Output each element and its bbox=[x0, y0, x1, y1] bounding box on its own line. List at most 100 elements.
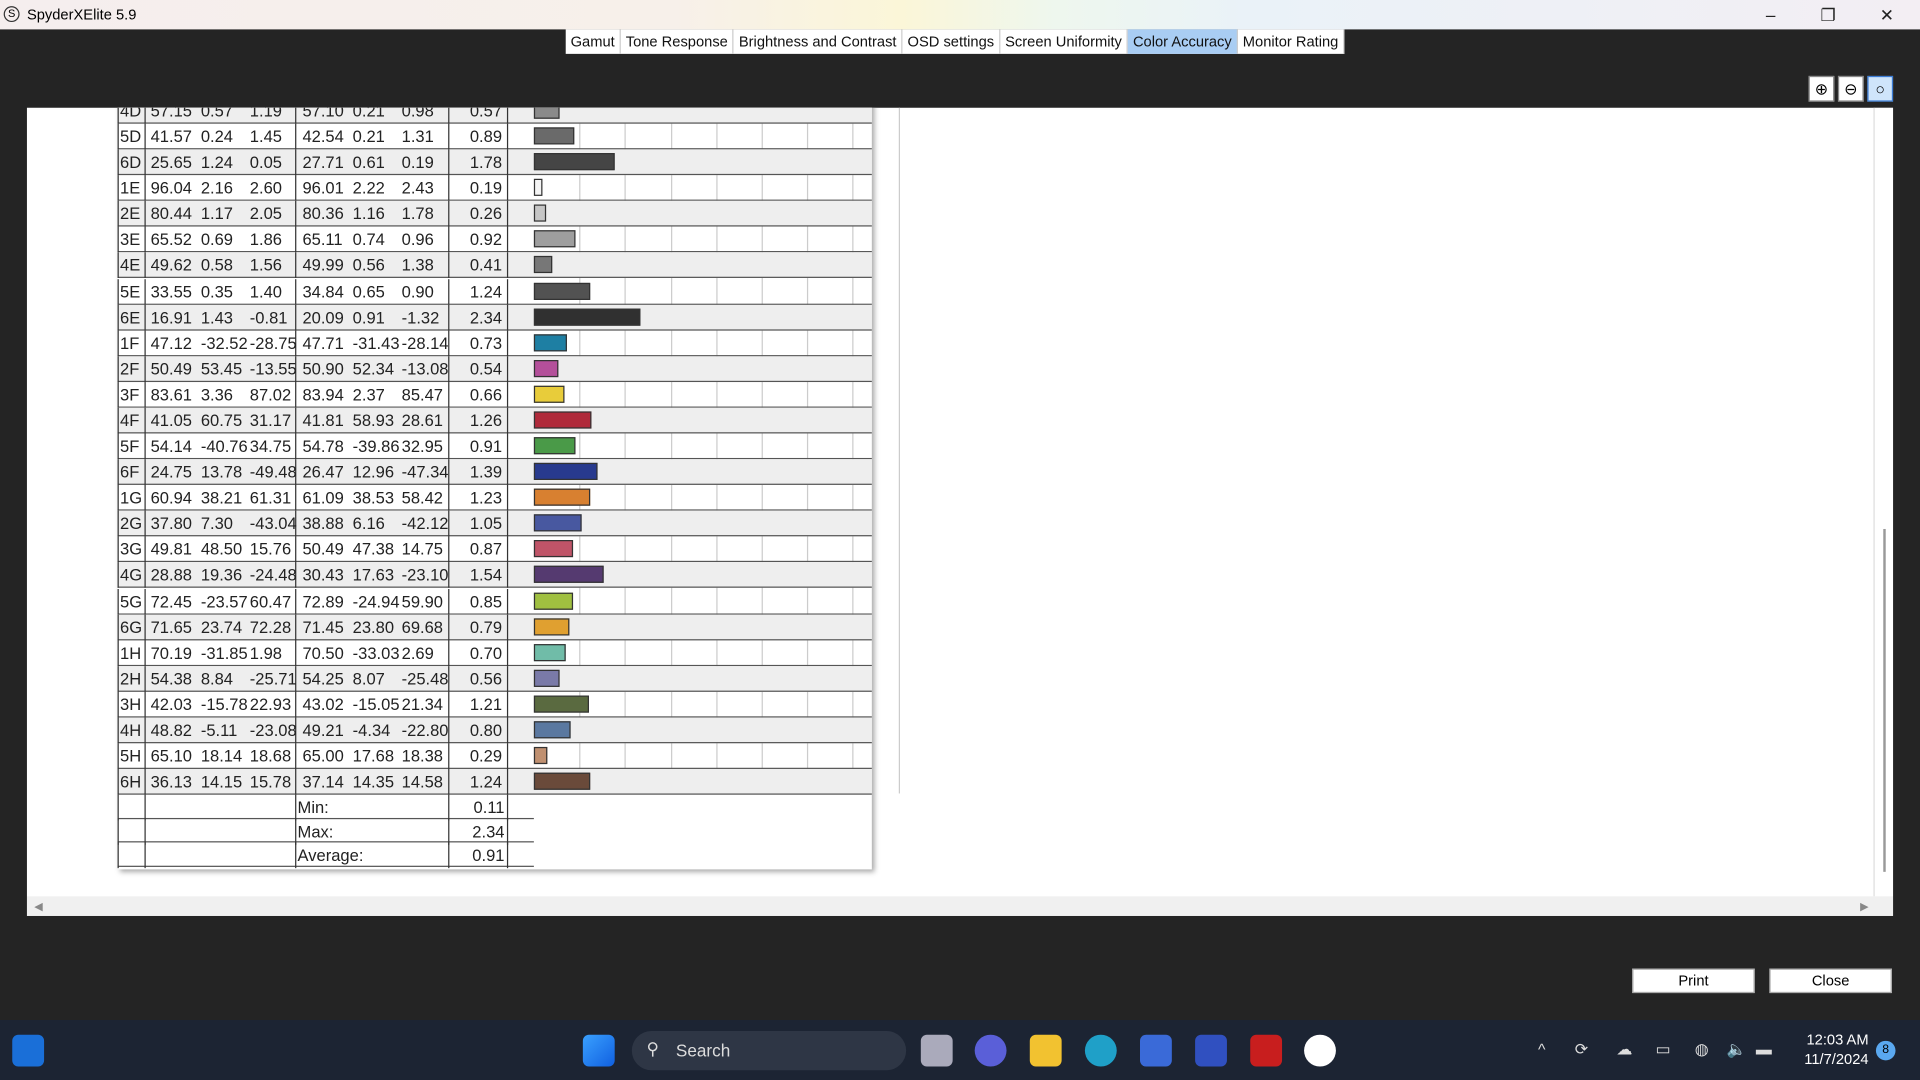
cell-border bbox=[295, 794, 297, 821]
cell-border bbox=[448, 149, 450, 176]
summary-row: Average: 0.91 bbox=[117, 842, 534, 869]
cell-border bbox=[295, 278, 297, 305]
patch-id: 6H bbox=[120, 772, 142, 792]
close-window-button[interactable]: ✕ bbox=[1862, 2, 1911, 26]
sync-icon[interactable]: ⟳ bbox=[1575, 1040, 1588, 1060]
delta-e-bar bbox=[533, 153, 615, 171]
patch-id: 2G bbox=[120, 514, 143, 533]
cell-border bbox=[295, 304, 297, 331]
tab-gamut[interactable]: Gamut bbox=[566, 29, 621, 54]
tab-screen-uniformity[interactable]: Screen Uniformity bbox=[1000, 29, 1129, 54]
measured-l: 83.61 bbox=[150, 385, 192, 404]
delta-e-bar bbox=[533, 127, 575, 145]
cell-border bbox=[448, 304, 450, 331]
measured-l: 96.04 bbox=[150, 179, 192, 198]
measured-b: 31.17 bbox=[249, 411, 292, 430]
measured-l: 47.12 bbox=[150, 333, 192, 353]
patch-id: 2F bbox=[120, 359, 140, 379]
file-explorer-icon[interactable] bbox=[1029, 1034, 1062, 1067]
measured-b: 2.60 bbox=[249, 179, 282, 198]
cloud-icon[interactable]: ☁ bbox=[1616, 1040, 1632, 1060]
delta-e-bar bbox=[533, 411, 592, 429]
network-icon[interactable]: ◍ bbox=[1695, 1040, 1709, 1060]
edge-icon[interactable] bbox=[1084, 1034, 1117, 1067]
summary-label: Min: bbox=[297, 798, 329, 817]
delta-e-bar bbox=[533, 256, 553, 274]
close-button[interactable]: Close bbox=[1769, 968, 1892, 994]
clock[interactable]: 12:03 AM 11/7/2024 bbox=[1793, 1031, 1868, 1068]
patch-id: 2E bbox=[120, 204, 141, 224]
reference-b: 18.38 bbox=[401, 746, 444, 766]
search-box[interactable]: ⚲ Search bbox=[631, 1031, 907, 1071]
cell-border bbox=[448, 769, 450, 795]
reference-l: 80.36 bbox=[302, 204, 344, 224]
tray-chevron-icon[interactable]: ^ bbox=[1538, 1040, 1545, 1058]
cell-border bbox=[295, 201, 297, 227]
zoom-in-icon[interactable]: ⊕ bbox=[1808, 75, 1835, 102]
cell-border bbox=[506, 665, 509, 692]
minimize-button[interactable]: – bbox=[1746, 2, 1795, 26]
measured-b: 22.93 bbox=[249, 695, 292, 714]
cell-border bbox=[506, 381, 509, 408]
tab-osd-settings[interactable]: OSD settings bbox=[903, 29, 1001, 54]
spyder-icon[interactable] bbox=[1304, 1034, 1336, 1067]
reference-l: 47.71 bbox=[302, 333, 344, 353]
delta-e-bar bbox=[533, 772, 591, 790]
print-button[interactable]: Print bbox=[1632, 968, 1755, 994]
cell-border bbox=[144, 562, 146, 589]
volume-icon[interactable]: 🔈 bbox=[1727, 1040, 1747, 1060]
tab-color-accuracy[interactable]: Color Accuracy bbox=[1128, 29, 1238, 54]
scroll-thumb[interactable] bbox=[1883, 528, 1886, 872]
delta-e: 0.85 bbox=[469, 592, 503, 611]
tab-tone-response[interactable]: Tone Response bbox=[621, 29, 734, 54]
cell-border bbox=[295, 433, 297, 460]
delta-e-bar bbox=[533, 437, 576, 455]
patch-id: 5G bbox=[120, 592, 143, 611]
measured-b: 61.31 bbox=[249, 488, 292, 508]
measured-a: 48.50 bbox=[200, 540, 243, 559]
title-bar: S SpyderXElite 5.9 – ❐ ✕ bbox=[0, 0, 1920, 30]
reference-l: 43.02 bbox=[302, 695, 344, 714]
delta-e: 0.19 bbox=[469, 179, 503, 198]
delta-e-bar bbox=[533, 359, 559, 377]
search-label: Search bbox=[675, 1040, 731, 1061]
store-icon[interactable] bbox=[1140, 1034, 1172, 1067]
app-icon[interactable] bbox=[1195, 1034, 1227, 1067]
reference-a: 17.63 bbox=[352, 566, 395, 585]
scroll-left-icon[interactable]: ◀ bbox=[34, 900, 42, 913]
delta-e: 1.54 bbox=[469, 566, 503, 585]
measured-b: 87.02 bbox=[249, 385, 292, 404]
grid-line bbox=[898, 107, 900, 794]
cell-border bbox=[117, 459, 119, 486]
reference-a: 58.93 bbox=[352, 411, 395, 430]
measured-l: 71.65 bbox=[150, 617, 192, 637]
mcafee-icon[interactable] bbox=[1250, 1034, 1283, 1067]
tab-monitor-rating[interactable]: Monitor Rating bbox=[1238, 29, 1345, 54]
delta-e-bar bbox=[533, 282, 591, 300]
cell-border bbox=[117, 769, 119, 795]
battery-icon[interactable]: ▬ bbox=[1756, 1040, 1772, 1058]
cell-border bbox=[117, 743, 119, 769]
reference-l: 49.99 bbox=[302, 256, 344, 275]
scroll-right-icon[interactable]: ▶ bbox=[1860, 900, 1868, 913]
teams-icon[interactable] bbox=[974, 1034, 1007, 1067]
report-view: 4D 57.15 0.57 1.19 57.10 0.21 0.98 0.57 5D 41.57 0… bbox=[26, 107, 1894, 916]
cell-border bbox=[506, 743, 509, 769]
vertical-scrollbar[interactable] bbox=[1873, 107, 1894, 897]
task-view-icon[interactable] bbox=[920, 1034, 953, 1067]
widgets-icon[interactable] bbox=[12, 1034, 45, 1067]
restore-button[interactable]: ❐ bbox=[1804, 2, 1853, 26]
tab-brightness-and-contrast[interactable]: Brightness and Contrast bbox=[734, 29, 903, 54]
reference-b: 59.90 bbox=[401, 592, 444, 611]
patch-id: 4F bbox=[120, 411, 140, 430]
zoom-out-icon[interactable]: ⊖ bbox=[1837, 75, 1864, 102]
notification-badge[interactable]: 8 bbox=[1875, 1040, 1896, 1061]
cell-border bbox=[117, 356, 119, 382]
start-icon[interactable] bbox=[582, 1034, 615, 1067]
zoom-fit-icon[interactable]: ○ bbox=[1867, 75, 1894, 102]
patch-id: 5F bbox=[120, 437, 140, 456]
display-icon[interactable]: ▭ bbox=[1656, 1040, 1671, 1060]
horizontal-scrollbar[interactable]: ◀ ▶ bbox=[26, 896, 1894, 916]
cell-border bbox=[506, 107, 509, 124]
measured-b: 72.28 bbox=[249, 617, 292, 637]
